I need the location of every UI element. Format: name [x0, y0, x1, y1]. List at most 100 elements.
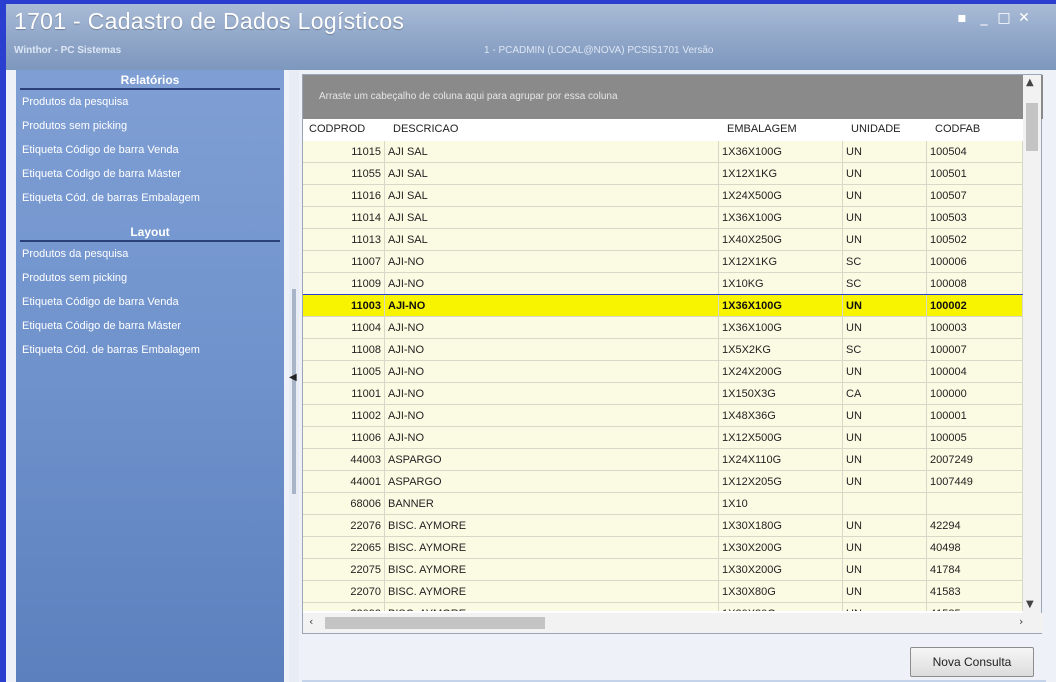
cell-descricao[interactable]: BISC. AYMORE — [385, 515, 719, 537]
column-header-codfab[interactable]: CODFAB — [935, 123, 980, 135]
cell-descricao[interactable]: BISC. AYMORE — [385, 581, 719, 603]
cell-descricao[interactable]: AJI SAL — [385, 185, 719, 207]
cell-unidade[interactable]: UN — [843, 559, 927, 581]
cell-codprod[interactable]: 68006 — [303, 493, 385, 515]
cell-embalagem[interactable]: 1X24X500G — [719, 185, 843, 207]
cell-codfab[interactable] — [927, 493, 1023, 515]
table-row[interactable]: 22075 BISC. AYMORE 1X30X200G UN 41784 — [303, 559, 1023, 581]
cell-descricao[interactable]: AJI-NO — [385, 273, 719, 295]
layout-item[interactable]: Etiqueta Código de barra Venda — [16, 290, 284, 314]
cell-codfab[interactable]: 100503 — [927, 207, 1023, 229]
cell-codprod[interactable]: 44001 — [303, 471, 385, 493]
cell-descricao[interactable]: AJI SAL — [385, 141, 719, 163]
cell-unidade[interactable]: UN — [843, 229, 927, 251]
cell-descricao[interactable]: ASPARGO — [385, 449, 719, 471]
layout-item[interactable]: Produtos da pesquisa — [16, 242, 284, 266]
table-row[interactable]: 44001 ASPARGO 1X12X205G UN 1007449 — [303, 471, 1023, 493]
minimize-icon[interactable]: _ — [976, 10, 992, 26]
cell-embalagem[interactable]: 1X36X100G — [719, 207, 843, 229]
cell-embalagem[interactable]: 1X40X250G — [719, 229, 843, 251]
table-row[interactable]: 44003 ASPARGO 1X24X110G UN 2007249 — [303, 449, 1023, 471]
cell-embalagem[interactable]: 1X24X200G — [719, 361, 843, 383]
table-row[interactable]: 11006 AJI-NO 1X12X500G UN 100005 — [303, 427, 1023, 449]
cell-embalagem[interactable]: 1X48X36G — [719, 405, 843, 427]
scroll-left-icon[interactable]: ‹ — [309, 615, 313, 628]
cell-codprod[interactable]: 11055 — [303, 163, 385, 185]
cell-unidade[interactable]: SC — [843, 251, 927, 273]
cell-codprod[interactable]: 11009 — [303, 273, 385, 295]
scroll-right-icon[interactable]: › — [1019, 615, 1023, 628]
table-row[interactable]: 11014 AJI SAL 1X36X100G UN 100503 — [303, 207, 1023, 229]
cell-codfab[interactable]: 42294 — [927, 515, 1023, 537]
cell-embalagem[interactable]: 1X12X205G — [719, 471, 843, 493]
table-row[interactable]: 11007 AJI-NO 1X12X1KG SC 100006 — [303, 251, 1023, 273]
cell-descricao[interactable]: ASPARGO — [385, 471, 719, 493]
cell-embalagem[interactable]: 1X150X3G — [719, 383, 843, 405]
cell-embalagem[interactable]: 1X30X80G — [719, 581, 843, 603]
nova-consulta-button[interactable]: Nova Consulta — [910, 647, 1034, 677]
table-row[interactable]: 11001 AJI-NO 1X150X3G CA 100000 — [303, 383, 1023, 405]
relatorios-item[interactable]: Produtos da pesquisa — [16, 90, 284, 114]
cell-descricao[interactable]: BISC. AYMORE — [385, 537, 719, 559]
cell-embalagem[interactable]: 1X10 — [719, 493, 843, 515]
cell-embalagem[interactable]: 1X30X200G — [719, 537, 843, 559]
table-row[interactable]: 22093BISC. AYMORE1X30X80GUN41585 — [303, 603, 1023, 611]
layout-item[interactable]: Etiqueta Cód. de barras Embalagem — [16, 338, 284, 362]
cell-unidade[interactable] — [843, 493, 927, 515]
cell-unidade[interactable]: UN — [843, 471, 927, 493]
cell-codprod[interactable]: 11005 — [303, 361, 385, 383]
cell-embalagem[interactable]: 1X12X500G — [719, 427, 843, 449]
cell-codprod[interactable]: 11008 — [303, 339, 385, 361]
vertical-scroll-thumb[interactable] — [1026, 103, 1038, 151]
cell-unidade[interactable]: SC — [843, 273, 927, 295]
layout-item[interactable]: Produtos sem picking — [16, 266, 284, 290]
cell-codfab[interactable]: 100003 — [927, 317, 1023, 339]
cell-codprod[interactable]: 22065 — [303, 537, 385, 559]
cell-codfab[interactable]: 40498 — [927, 537, 1023, 559]
relatorios-item[interactable]: Produtos sem picking — [16, 114, 284, 138]
table-row[interactable]: 11055 AJI SAL 1X12X1KG UN 100501 — [303, 163, 1023, 185]
vertical-scrollbar[interactable]: ▲ ▼ — [1023, 75, 1041, 617]
cell-descricao[interactable]: AJI SAL — [385, 163, 719, 185]
cell-codfab[interactable]: 100000 — [927, 383, 1023, 405]
cell-descricao[interactable]: AJI-NO — [385, 251, 719, 273]
scroll-down-icon[interactable]: ▼ — [1026, 599, 1034, 610]
cell-embalagem[interactable]: 1X24X110G — [719, 449, 843, 471]
table-row[interactable]: 11009 AJI-NO 1X10KG SC 100008 — [303, 273, 1023, 295]
table-row[interactable]: 11003 AJI-NO 1X36X100G UN 100002 — [303, 294, 1023, 318]
cell-unidade[interactable]: CA — [843, 383, 927, 405]
cell-codfab[interactable]: 100501 — [927, 163, 1023, 185]
cell-codprod[interactable]: 22070 — [303, 581, 385, 603]
cell-descricao[interactable]: AJI-NO — [385, 339, 719, 361]
cell-descricao[interactable]: AJI-NO — [385, 317, 719, 339]
cell-unidade[interactable]: UN — [843, 515, 927, 537]
cell-unidade[interactable]: UN — [843, 603, 927, 611]
group-by-panel[interactable]: Arraste um cabeçalho de coluna aqui para… — [303, 75, 1043, 119]
cell-codfab[interactable]: 100007 — [927, 339, 1023, 361]
column-header-embalagem[interactable]: EMBALAGEM — [727, 123, 797, 135]
table-row[interactable]: 11005 AJI-NO 1X24X200G UN 100004 — [303, 361, 1023, 383]
cell-embalagem[interactable]: 1X10KG — [719, 273, 843, 295]
cell-descricao[interactable]: AJI-NO — [385, 383, 719, 405]
cell-unidade[interactable]: UN — [843, 185, 927, 207]
table-row[interactable]: 22065 BISC. AYMORE 1X30X200G UN 40498 — [303, 537, 1023, 559]
cell-codfab[interactable]: 100006 — [927, 251, 1023, 273]
cell-unidade[interactable]: UN — [843, 449, 927, 471]
table-row[interactable]: 68006 BANNER 1X10 — [303, 493, 1023, 515]
scroll-up-icon[interactable]: ▲ — [1026, 77, 1034, 88]
cell-descricao[interactable]: AJI-NO — [385, 405, 719, 427]
cell-codfab[interactable]: 100005 — [927, 427, 1023, 449]
column-header-descricao[interactable]: DESCRICAO — [393, 123, 458, 135]
close-icon[interactable]: ✕ — [1016, 10, 1032, 26]
table-row[interactable]: 11004 AJI-NO 1X36X100G UN 100003 — [303, 317, 1023, 339]
cell-unidade[interactable]: UN — [843, 163, 927, 185]
cell-descricao[interactable]: BISC. AYMORE — [385, 603, 719, 611]
relatorios-item[interactable]: Etiqueta Código de barra Venda — [16, 138, 284, 162]
cell-codprod[interactable]: 22093 — [303, 603, 385, 611]
cell-unidade[interactable]: UN — [843, 581, 927, 603]
cell-descricao[interactable]: AJI SAL — [385, 207, 719, 229]
cell-embalagem[interactable]: 1X12X1KG — [719, 251, 843, 273]
cell-codprod[interactable]: 11014 — [303, 207, 385, 229]
cell-codfab[interactable]: 1007449 — [927, 471, 1023, 493]
cell-codprod[interactable]: 22076 — [303, 515, 385, 537]
